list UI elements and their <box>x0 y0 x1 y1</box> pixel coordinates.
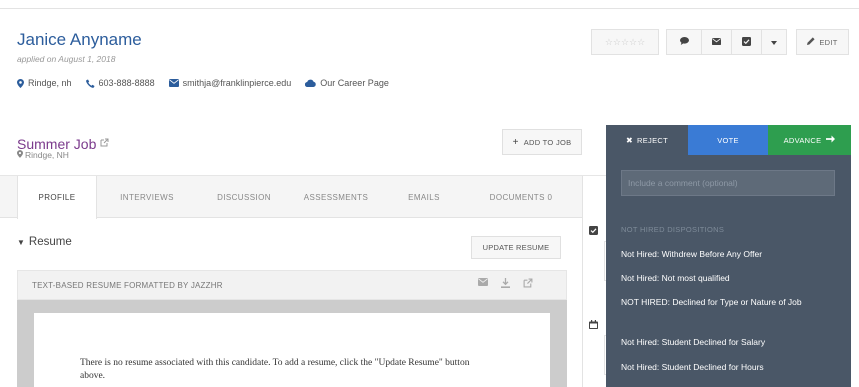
disposition-item[interactable]: Not Hired: Student Declined for Hours <box>621 361 845 374</box>
applied-date: applied on August 1, 2018 <box>17 54 116 64</box>
email-button[interactable] <box>702 29 732 55</box>
disposition-item[interactable]: Not Hired: Not most qualified <box>621 272 845 285</box>
external-link-icon <box>100 138 109 150</box>
caret-down-icon <box>771 38 777 47</box>
star-rating[interactable]: ☆☆☆☆☆ <box>591 29 659 55</box>
speech-bubble-icon <box>679 37 689 47</box>
career-page-text: Our Career Page <box>320 78 389 88</box>
map-pin-icon <box>17 150 23 160</box>
envelope-icon <box>168 79 179 87</box>
add-to-job-label: ADD TO JOB <box>523 137 572 147</box>
phone-icon <box>85 79 95 88</box>
tab-emails[interactable]: EMAILS <box>392 176 456 218</box>
update-resume-button[interactable]: UPDATE RESUME <box>471 236 561 259</box>
tab-discussion[interactable]: DISCUSSION <box>200 176 288 218</box>
dispositions-heading: NOT HIRED DISPOSITIONS <box>621 225 725 234</box>
check-square-icon <box>742 36 751 48</box>
disposition-item[interactable]: Not Hired: Withdrew Before Any Offer <box>621 248 845 261</box>
caret-down-icon: ▼ <box>17 237 25 247</box>
tab-profile[interactable]: PROFILE <box>17 176 97 219</box>
reject-button[interactable]: ✖ REJECT <box>606 125 688 155</box>
download-icon[interactable] <box>501 278 510 288</box>
advance-button[interactable]: ADVANCE <box>768 125 851 155</box>
more-dropdown-button[interactable] <box>762 29 787 55</box>
panel-divider <box>582 176 583 387</box>
email-text: smithja@franklinpierce.edu <box>182 78 292 88</box>
job-location: Rindge, NH <box>17 150 69 160</box>
edit-label: EDIT <box>819 37 838 47</box>
calendar-icon <box>589 320 598 331</box>
disposition-item[interactable]: Not Hired: Student Declined for Salary <box>621 336 845 349</box>
envelope-icon[interactable] <box>478 278 488 286</box>
phone-text: 603-888-8888 <box>98 78 155 88</box>
task-button[interactable] <box>732 29 762 55</box>
contact-email[interactable]: smithja@franklinpierce.edu <box>168 78 292 88</box>
top-divider <box>0 8 859 9</box>
tab-documents[interactable]: DOCUMENTS 0 <box>466 176 576 218</box>
resume-title: Resume <box>28 236 72 248</box>
cloud-icon <box>305 79 317 87</box>
plus-icon: + <box>512 136 519 148</box>
resume-section-toggle[interactable]: ▼ Resume <box>17 236 72 248</box>
location-text: Rindge, nh <box>28 78 72 88</box>
tab-assessments[interactable]: ASSESSMENTS <box>288 176 384 218</box>
add-to-job-button[interactable]: + ADD TO JOB <box>502 129 582 155</box>
edit-button[interactable]: EDIT <box>796 29 849 55</box>
tab-interviews[interactable]: INTERVIEWS <box>104 176 190 218</box>
reject-label: REJECT <box>637 135 668 145</box>
resume-toolbar: TEXT-BASED RESUME FORMATTED BY JAZZHR <box>17 270 567 300</box>
envelope-icon <box>712 37 721 47</box>
arrow-right-icon <box>826 135 836 145</box>
contact-phone[interactable]: 603-888-8888 <box>85 78 155 88</box>
contact-career-page[interactable]: Our Career Page <box>305 78 389 88</box>
disposition-item[interactable]: NOT HIRED: Declined for Type or Nature o… <box>621 296 845 309</box>
contact-row: Rindge, nh 603-888-8888 smithja@franklin… <box>17 78 403 88</box>
check-square-icon <box>589 226 598 237</box>
job-location-text: Rindge, NH <box>25 150 69 160</box>
map-pin-icon <box>17 78 24 88</box>
advance-label: ADVANCE <box>783 135 822 145</box>
comment-button[interactable] <box>666 29 702 55</box>
comment-input[interactable]: Include a comment (optional) <box>621 170 835 196</box>
vote-button[interactable]: VOTE <box>688 125 768 155</box>
candidate-name: Janice Anyname <box>17 30 142 49</box>
contact-location: Rindge, nh <box>17 78 72 88</box>
close-icon: ✖ <box>626 135 634 145</box>
external-link-icon[interactable] <box>523 278 533 288</box>
pencil-icon <box>807 37 815 47</box>
resume-format-label: TEXT-BASED RESUME FORMATTED BY JAZZHR <box>32 280 223 290</box>
resume-empty-message: There is no resume associated with this … <box>80 358 470 381</box>
